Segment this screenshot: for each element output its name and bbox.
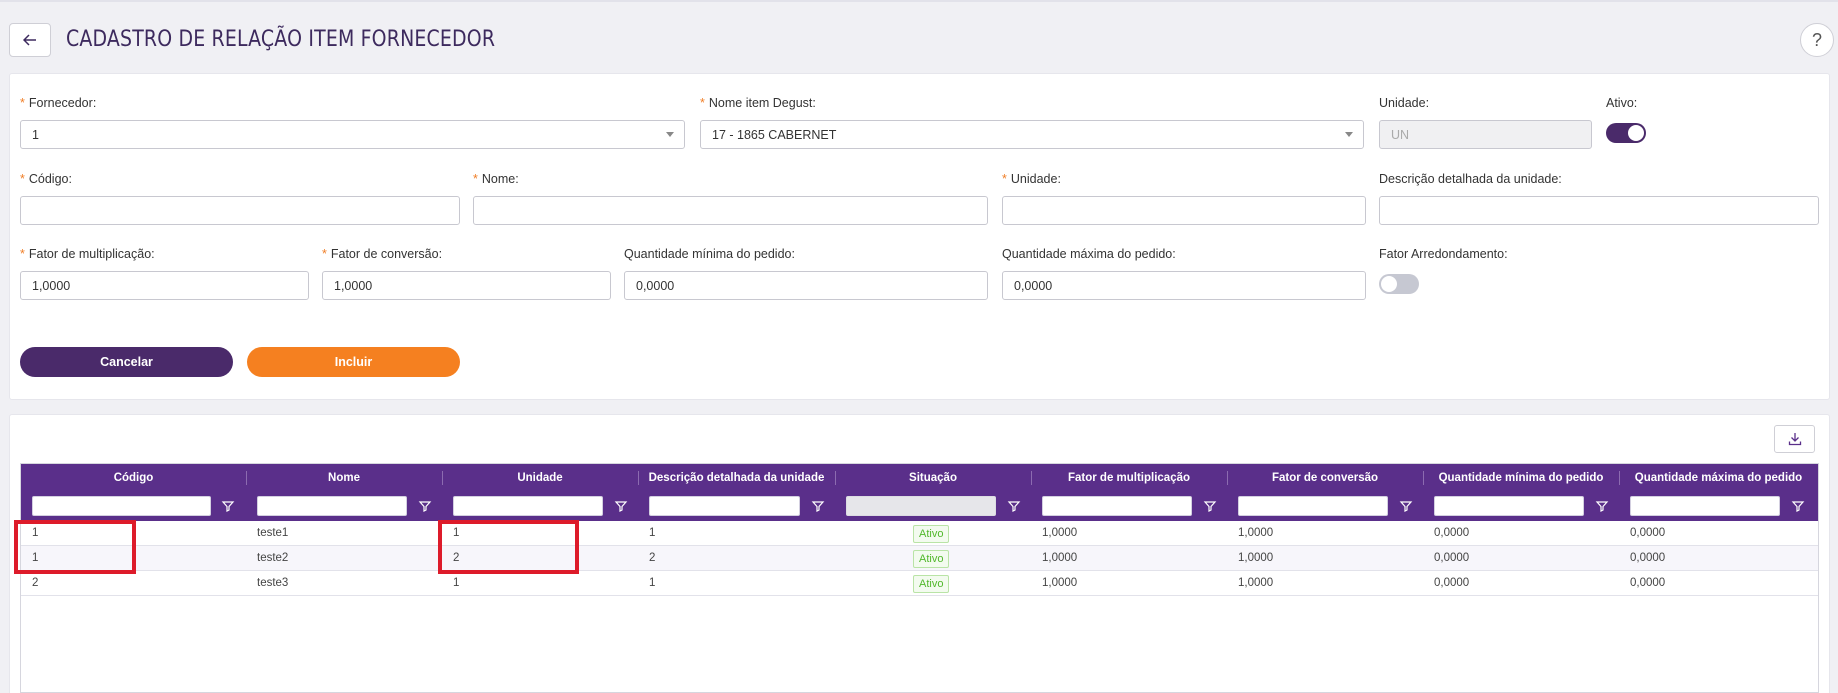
filter-input-qtd-maxima[interactable] <box>1630 496 1780 516</box>
data-grid: Código Nome Unidade Descrição detalhada … <box>20 463 1819 693</box>
cell-descricao: 2 <box>649 552 656 564</box>
nome-item-select[interactable]: 17 - 1865 CABERNET <box>700 120 1364 149</box>
export-button[interactable] <box>1774 425 1815 453</box>
fator-multiplicacao-input[interactable]: 1,0000 <box>20 271 309 300</box>
cell-fator-conversao: 1,0000 <box>1238 527 1274 539</box>
highlight-box-unidade <box>438 520 579 574</box>
back-button[interactable] <box>9 23 51 57</box>
nome-item-label: * Nome item Degust: <box>700 96 816 110</box>
cell-fator-conversao: 1,0000 <box>1238 552 1274 564</box>
grid-header: Código Nome Unidade Descrição detalhada … <box>21 464 1818 521</box>
column-header-qtd-minima[interactable]: Quantidade mínima do pedido <box>1423 464 1619 492</box>
add-button[interactable]: Incluir <box>247 347 460 377</box>
filter-input-fator-multiplicacao[interactable] <box>1042 496 1192 516</box>
arrow-left-icon <box>23 34 36 46</box>
unidade-input[interactable] <box>1002 196 1366 225</box>
filter-icon[interactable] <box>418 499 432 513</box>
fator-multiplicacao-label: * Fator de multiplicação: <box>20 247 155 261</box>
cell-descricao: 1 <box>649 577 656 589</box>
toggle-knob <box>1628 125 1644 141</box>
cell-fator-multiplicacao: 1,0000 <box>1042 527 1078 539</box>
codigo-label: * Código: <box>20 172 72 186</box>
cell-descricao: 1 <box>649 527 656 539</box>
unidade-top-label: Unidade: <box>1379 96 1430 110</box>
column-header-fator-multiplicacao[interactable]: Fator de multiplicação <box>1031 464 1227 492</box>
qtd-minima-input[interactable]: 0,0000 <box>624 271 988 300</box>
filter-icon[interactable] <box>614 499 628 513</box>
table-row[interactable]: 1 teste2 2 2 Ativo 1,0000 1,0000 0,0000 … <box>21 546 1818 571</box>
filter-icon[interactable] <box>1203 499 1217 513</box>
cell-nome: teste1 <box>257 527 289 539</box>
cell-qtd-minima: 0,0000 <box>1434 577 1470 589</box>
column-header-qtd-maxima[interactable]: Quantidade máxima do pedido <box>1619 464 1818 492</box>
nome-label: * Nome: <box>473 172 519 186</box>
column-header-situacao[interactable]: Situação <box>835 464 1031 492</box>
filter-icon[interactable] <box>1595 499 1609 513</box>
filter-icon[interactable] <box>1007 499 1021 513</box>
cell-qtd-maxima: 0,0000 <box>1630 577 1666 589</box>
download-icon <box>1788 433 1801 446</box>
fator-conversao-label: * Fator de conversão: <box>322 247 443 261</box>
cell-nome: teste3 <box>257 577 289 589</box>
filter-icon[interactable] <box>221 499 235 513</box>
fornecedor-select[interactable]: 1 <box>20 120 685 149</box>
cell-fator-multiplicacao: 1,0000 <box>1042 577 1078 589</box>
cell-fator-multiplicacao: 1,0000 <box>1042 552 1078 564</box>
column-header-unidade[interactable]: Unidade <box>442 464 638 492</box>
nome-input[interactable] <box>473 196 988 225</box>
filter-input-nome[interactable] <box>257 496 407 516</box>
column-header-fator-conversao[interactable]: Fator de conversão <box>1227 464 1423 492</box>
chevron-down-icon <box>1345 132 1353 137</box>
fator-arredondamento-label: Fator Arredondamento: <box>1379 247 1508 261</box>
fator-conversao-input[interactable]: 1,0000 <box>322 271 611 300</box>
help-button[interactable]: ? <box>1800 23 1834 57</box>
column-header-nome[interactable]: Nome <box>246 464 442 492</box>
descricao-unidade-input[interactable] <box>1379 196 1819 225</box>
filter-input-qtd-minima[interactable] <box>1434 496 1584 516</box>
qtd-maxima-input[interactable]: 0,0000 <box>1002 271 1366 300</box>
chevron-down-icon <box>666 132 674 137</box>
status-badge: Ativo <box>913 550 950 568</box>
codigo-input[interactable] <box>20 196 460 225</box>
qtd-maxima-label: Quantidade máxima do pedido: <box>1002 247 1176 261</box>
column-header-codigo[interactable]: Código <box>21 464 246 492</box>
cell-qtd-minima: 0,0000 <box>1434 527 1470 539</box>
fator-arredondamento-toggle[interactable] <box>1379 274 1419 294</box>
fornecedor-label: * Fornecedor: <box>20 96 97 110</box>
filter-icon[interactable] <box>811 499 825 513</box>
descricao-unidade-label: Descrição detalhada da unidade: <box>1379 172 1562 186</box>
unidade-top-field: UN <box>1379 120 1592 149</box>
cell-qtd-maxima: 0,0000 <box>1630 552 1666 564</box>
filter-input-fator-conversao[interactable] <box>1238 496 1388 516</box>
cell-qtd-maxima: 0,0000 <box>1630 527 1666 539</box>
cell-unidade: 1 <box>453 577 460 589</box>
table-row[interactable]: 1 teste1 1 1 Ativo 1,0000 1,0000 0,0000 … <box>21 521 1818 546</box>
cell-qtd-minima: 0,0000 <box>1434 552 1470 564</box>
cell-fator-conversao: 1,0000 <box>1238 577 1274 589</box>
status-badge: Ativo <box>913 525 950 543</box>
filter-input-descricao[interactable] <box>649 496 800 516</box>
filter-input-codigo[interactable] <box>32 496 211 516</box>
cell-codigo: 2 <box>32 577 39 589</box>
qtd-minima-label: Quantidade mínima do pedido: <box>624 247 795 261</box>
top-border <box>0 0 1838 2</box>
filter-input-situacao[interactable] <box>846 496 996 516</box>
toggle-knob <box>1381 276 1397 292</box>
filter-input-unidade[interactable] <box>453 496 603 516</box>
cancel-button[interactable]: Cancelar <box>20 347 233 377</box>
filter-icon[interactable] <box>1399 499 1413 513</box>
cell-nome: teste2 <box>257 552 289 564</box>
ativo-toggle[interactable] <box>1606 123 1646 143</box>
unidade-label: * Unidade: <box>1002 172 1061 186</box>
status-badge: Ativo <box>913 575 950 593</box>
ativo-label: Ativo: <box>1606 96 1638 110</box>
filter-icon[interactable] <box>1791 499 1805 513</box>
table-row[interactable]: 2 teste3 1 1 Ativo 1,0000 1,0000 0,0000 … <box>21 571 1818 596</box>
column-header-descricao[interactable]: Descrição detalhada da unidade <box>638 464 835 492</box>
highlight-box-codigo <box>14 520 136 574</box>
page-title: CADASTRO DE RELAÇÃO ITEM FORNECEDOR <box>66 27 496 52</box>
